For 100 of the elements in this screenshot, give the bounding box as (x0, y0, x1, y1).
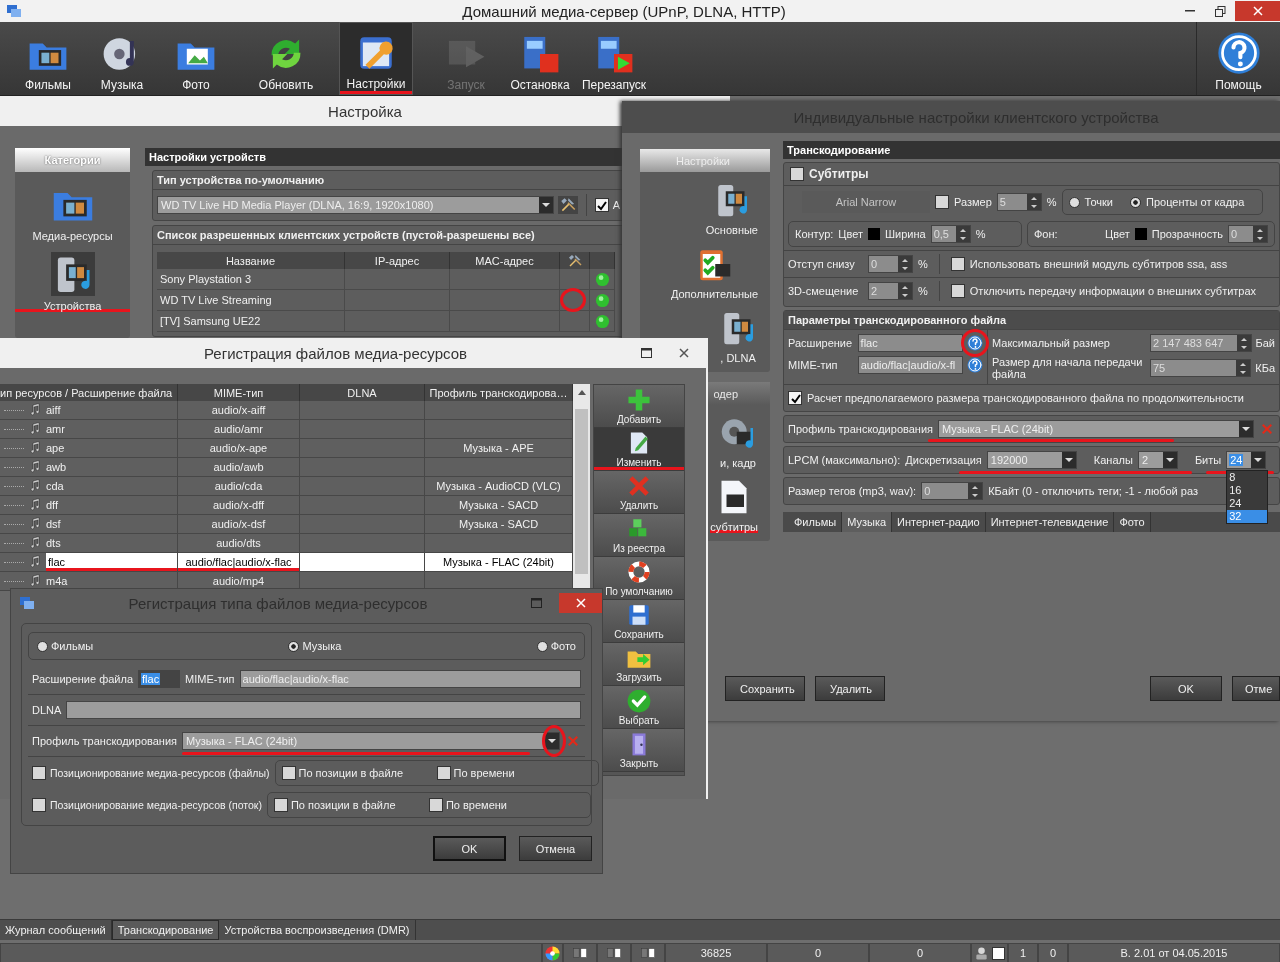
lifebuoy-icon (626, 559, 652, 585)
dialog-button[interactable]: OK (1150, 676, 1222, 701)
radio-button[interactable] (1130, 196, 1142, 208)
toolbar-button[interactable]: Обновить (249, 22, 323, 95)
checkbox[interactable] (594, 198, 609, 212)
close-button[interactable] (559, 593, 602, 613)
checkbox[interactable] (281, 766, 296, 780)
dialog-button[interactable]: Отмена (519, 836, 592, 861)
table-cell: audio/x-ape (178, 439, 300, 458)
category-item[interactable]: Устройства (15, 242, 130, 312)
toolbar-button[interactable]: Музыка (85, 22, 159, 95)
music-note-icon (27, 497, 43, 513)
music-note-icon (27, 516, 43, 532)
dropdown-option[interactable]: 24 (1227, 497, 1268, 510)
side-button[interactable]: Из реестра (594, 514, 684, 557)
side-button[interactable]: Изменить (594, 428, 684, 471)
checkbox[interactable] (935, 195, 949, 209)
maximize-icon (640, 348, 652, 358)
music-note-icon (27, 554, 43, 570)
color-swatch[interactable] (867, 228, 880, 240)
navigation-item[interactable]: , DLNA (718, 300, 758, 364)
dialog-button[interactable]: OK (433, 836, 506, 861)
window-title: Регистрация файлов медиа-ресурсов (203, 344, 468, 362)
tab[interactable]: Музыка (842, 512, 893, 532)
music-note-icon (27, 573, 43, 589)
tab[interactable]: Интернет-телевидение (985, 512, 1115, 532)
field-label: MIME-тип (185, 673, 235, 685)
table-cell: ape (46, 442, 65, 454)
field-label: Фон: (1034, 228, 1058, 240)
toolbar-button[interactable]: Фото (159, 22, 233, 95)
field-label: Биты (1194, 454, 1222, 466)
tab[interactable]: Фото (1114, 512, 1151, 532)
dialog-button[interactable]: Удалить (815, 676, 885, 701)
navigation-item[interactable]: Дополнительные (670, 236, 758, 300)
navigation-item[interactable]: и, кадр (718, 405, 758, 469)
navigation-item[interactable]: Основные (705, 172, 758, 236)
table-cell: Музыка - SACD (425, 515, 573, 534)
toolbar-button[interactable]: Остановка (503, 22, 577, 95)
radio-button[interactable] (37, 640, 48, 652)
table-cell: Музыка - APE (425, 439, 573, 458)
side-button[interactable]: По умолчанию (594, 557, 684, 600)
field-label: Расширение файла (32, 673, 134, 685)
table-cell: audio/x-aiff (178, 401, 300, 420)
side-button[interactable]: Удалить (594, 471, 684, 514)
dialog-button[interactable]: Сохранить (725, 676, 805, 701)
tab[interactable]: Журнал сообщений (0, 920, 112, 940)
checkbox[interactable] (428, 798, 443, 812)
window-title: Настройка (328, 102, 402, 120)
field-label: Размер (954, 196, 992, 208)
close-icon (678, 348, 689, 358)
checkbox[interactable] (436, 766, 451, 780)
radio-button[interactable] (536, 640, 548, 652)
table-cell: awb (46, 461, 67, 473)
table-cell: flac (46, 553, 177, 571)
toolbar-button[interactable]: Настройки (339, 22, 413, 95)
category-item[interactable]: Медиа-ресурсы (15, 172, 130, 242)
field-label: Профиль транскодирования (32, 735, 177, 747)
tab[interactable]: Интернет-радио (892, 512, 986, 532)
radio-button[interactable] (288, 640, 300, 652)
table-cell: [TV] Samsung UE22 (157, 311, 345, 332)
radio-button[interactable] (1068, 196, 1080, 208)
checkbox-label: Позиционирование медиа-ресурсов (файлы) (50, 767, 270, 779)
field-label: LPCM (максимально): (788, 454, 901, 466)
toolbar-button[interactable]: Фильмы (11, 22, 85, 95)
status-field: В. 2.01 от 04.05.2015 (1068, 943, 1280, 962)
panel-header: Категории (15, 148, 130, 172)
dropdown-option[interactable]: 8 (1227, 471, 1268, 484)
close-icon (1252, 6, 1263, 16)
checkbox[interactable] (950, 257, 965, 271)
checkbox[interactable] (32, 766, 46, 780)
checkbox[interactable] (788, 391, 802, 405)
dropdown-option[interactable]: 16 (1227, 484, 1268, 497)
media-device-icon (50, 252, 95, 296)
dialog-button[interactable]: Отме (1232, 676, 1280, 701)
help-icon[interactable] (967, 335, 983, 351)
checkbox[interactable] (273, 798, 288, 812)
toolbar-button[interactable]: Перезапуск (577, 22, 651, 95)
unit-label: КБа (1255, 362, 1275, 374)
music-note-icon (27, 421, 43, 437)
group-header: Параметры транскодированного файла (784, 311, 1279, 330)
side-button[interactable]: Добавить (594, 385, 684, 428)
checkbox-label: Позиционирование медиа-ресурсов (поток) (50, 799, 262, 811)
column-header: MIME-тип (178, 384, 300, 401)
checkbox[interactable] (950, 284, 965, 298)
color-swatch[interactable] (1134, 228, 1147, 240)
tab[interactable]: Транскодирование (111, 920, 220, 940)
checkbox-label: Отключить передачу информации о внешних субтитрах (969, 285, 1257, 297)
table-cell: cda (46, 480, 64, 492)
field-label: Ширина (884, 228, 926, 240)
help-icon[interactable] (967, 357, 983, 373)
color-wheel-icon (545, 945, 560, 961)
checkbox[interactable] (32, 798, 46, 812)
checkbox[interactable] (790, 167, 804, 181)
tools-button[interactable] (557, 196, 578, 214)
input-field[interactable] (66, 701, 581, 719)
navigation-item[interactable]: субтитры (710, 469, 758, 533)
help-button[interactable]: Помощь (1196, 22, 1280, 95)
field-label: DLNA (32, 704, 62, 716)
tab[interactable]: Устройства воспроизведения (DMR) (219, 920, 416, 940)
restore-icon (1214, 5, 1226, 17)
